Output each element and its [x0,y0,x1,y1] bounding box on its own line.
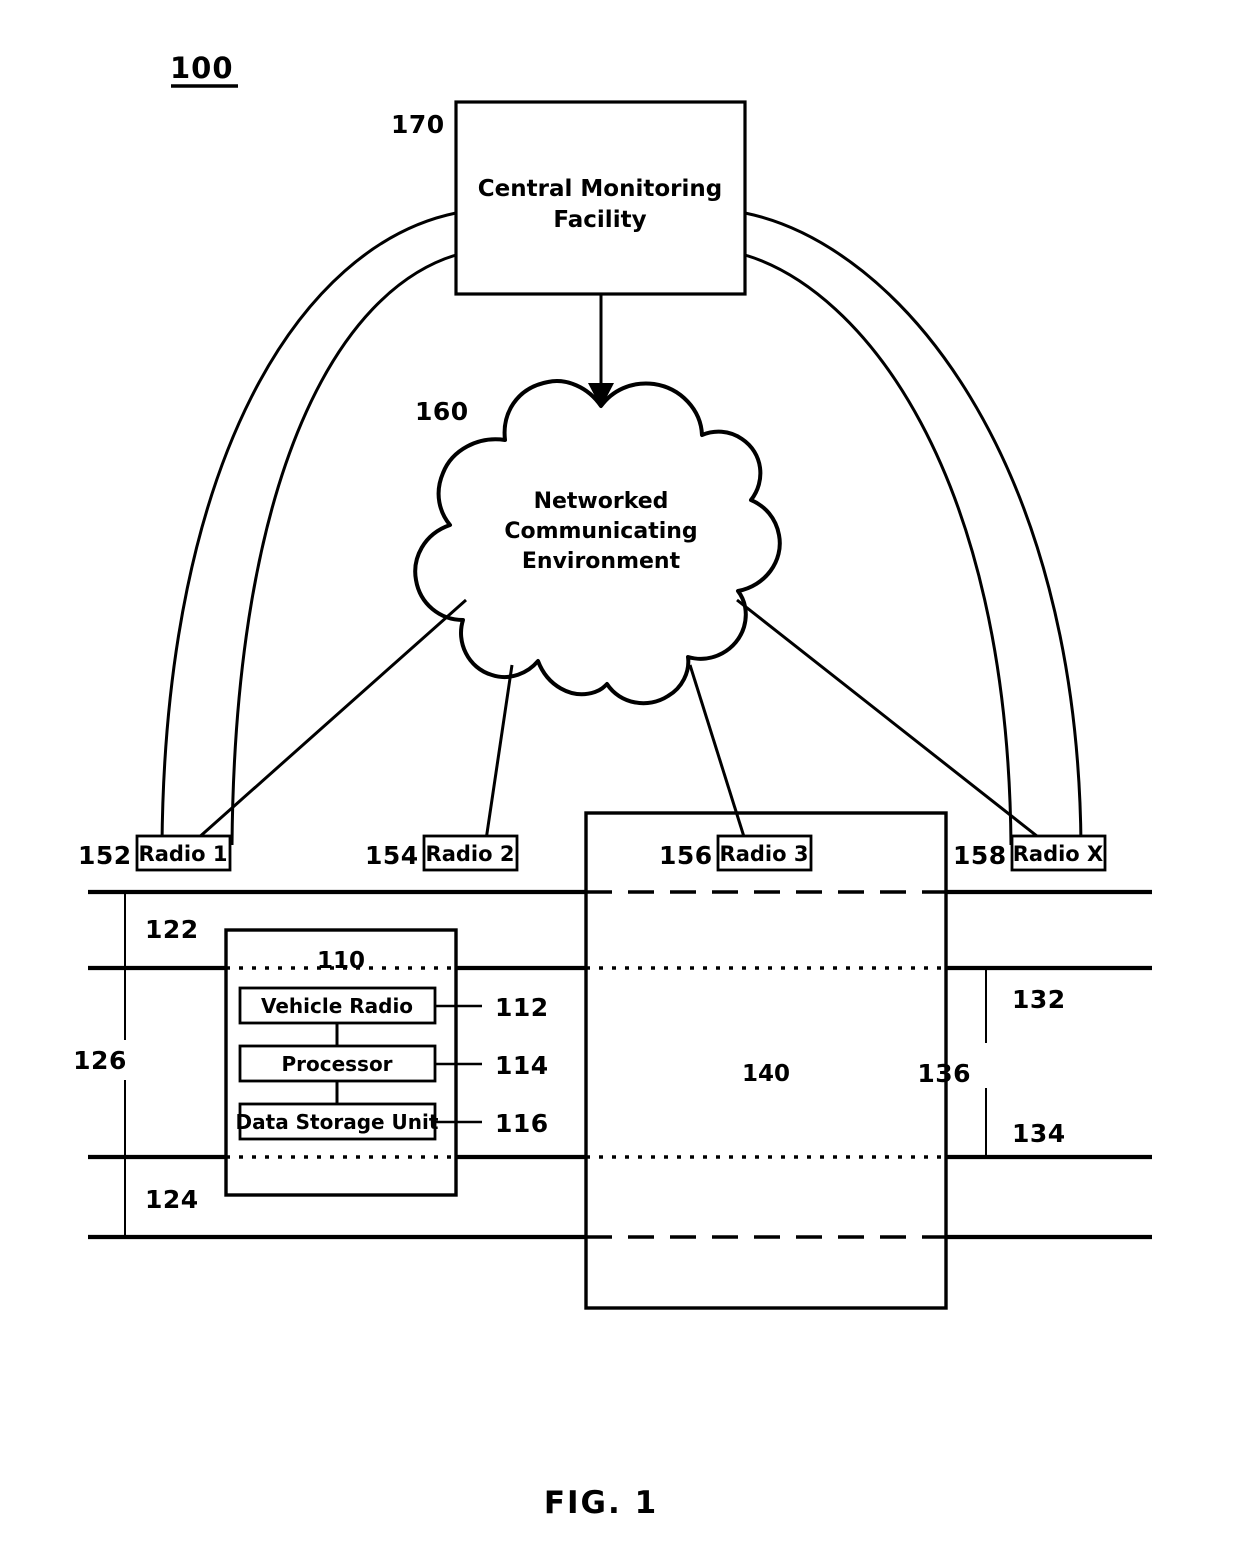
ref-126: 126 [73,1046,127,1075]
ref-154: 154 [365,841,419,870]
ref-110: 110 [317,948,365,974]
left-lane-refs: 122 126 124 [73,892,199,1237]
ref-170: 170 [391,110,445,139]
ref-158: 158 [953,841,1007,870]
figure-number-100: 100 [170,51,238,86]
radio-154-label: Radio 2 [426,842,515,866]
figure-number-text: 100 [170,51,234,85]
network-cloud[interactable]: Networked Communicating Environment [415,381,780,703]
central-monitoring-facility[interactable]: Central Monitoring Facility [456,102,745,294]
radio-154[interactable]: Radio 2 154 [365,836,517,870]
processor-label: Processor [281,1052,392,1076]
ref-134: 134 [1012,1119,1066,1148]
radio-156[interactable]: Radio 3 156 [659,836,811,870]
ref-160: 160 [415,397,469,426]
ref-152: 152 [78,841,132,870]
radio-152[interactable]: Radio 1 152 [78,836,230,870]
ref-114: 114 [495,1051,549,1080]
link-cloud-radiox [737,600,1042,840]
ref-140: 140 [742,1061,790,1087]
ref-132: 132 [1012,985,1066,1014]
ref-136: 136 [917,1059,971,1088]
data-storage-label: Data Storage Unit [236,1110,439,1134]
ref-112: 112 [495,993,549,1022]
link-cloud-radio2 [486,665,512,840]
radio-156-label: Radio 3 [720,842,809,866]
cloud-label-line1: Networked [534,489,669,514]
patent-figure-1: 100 Central Monitoring Facility 170 Netw… [0,0,1240,1566]
arc-cmf-radiox [745,213,1081,845]
arc-cmf-radio3 [745,255,1011,845]
ref-122: 122 [145,915,199,944]
vehicle-radio-label: Vehicle Radio [261,994,413,1018]
radio-158-label: Radio X [1013,842,1104,866]
ref-156: 156 [659,841,713,870]
cmf-label-line1: Central Monitoring [478,176,722,202]
cloud-label-line3: Environment [522,549,681,574]
region-140[interactable]: 140 [586,813,946,1308]
right-lane-refs: 132 136 134 [917,968,1065,1157]
arc-cmf-radio1 [162,213,456,845]
cmf-label-line2: Facility [553,207,646,233]
cmf-to-cloud-arrow [588,294,614,408]
radio-158[interactable]: Radio X 158 [953,836,1105,870]
ref-116: 116 [495,1109,549,1138]
ref-124: 124 [145,1185,199,1214]
radio-152-label: Radio 1 [139,842,228,866]
cloud-label-line2: Communicating [504,519,697,544]
figure-caption: FIG. 1 [544,1485,658,1521]
